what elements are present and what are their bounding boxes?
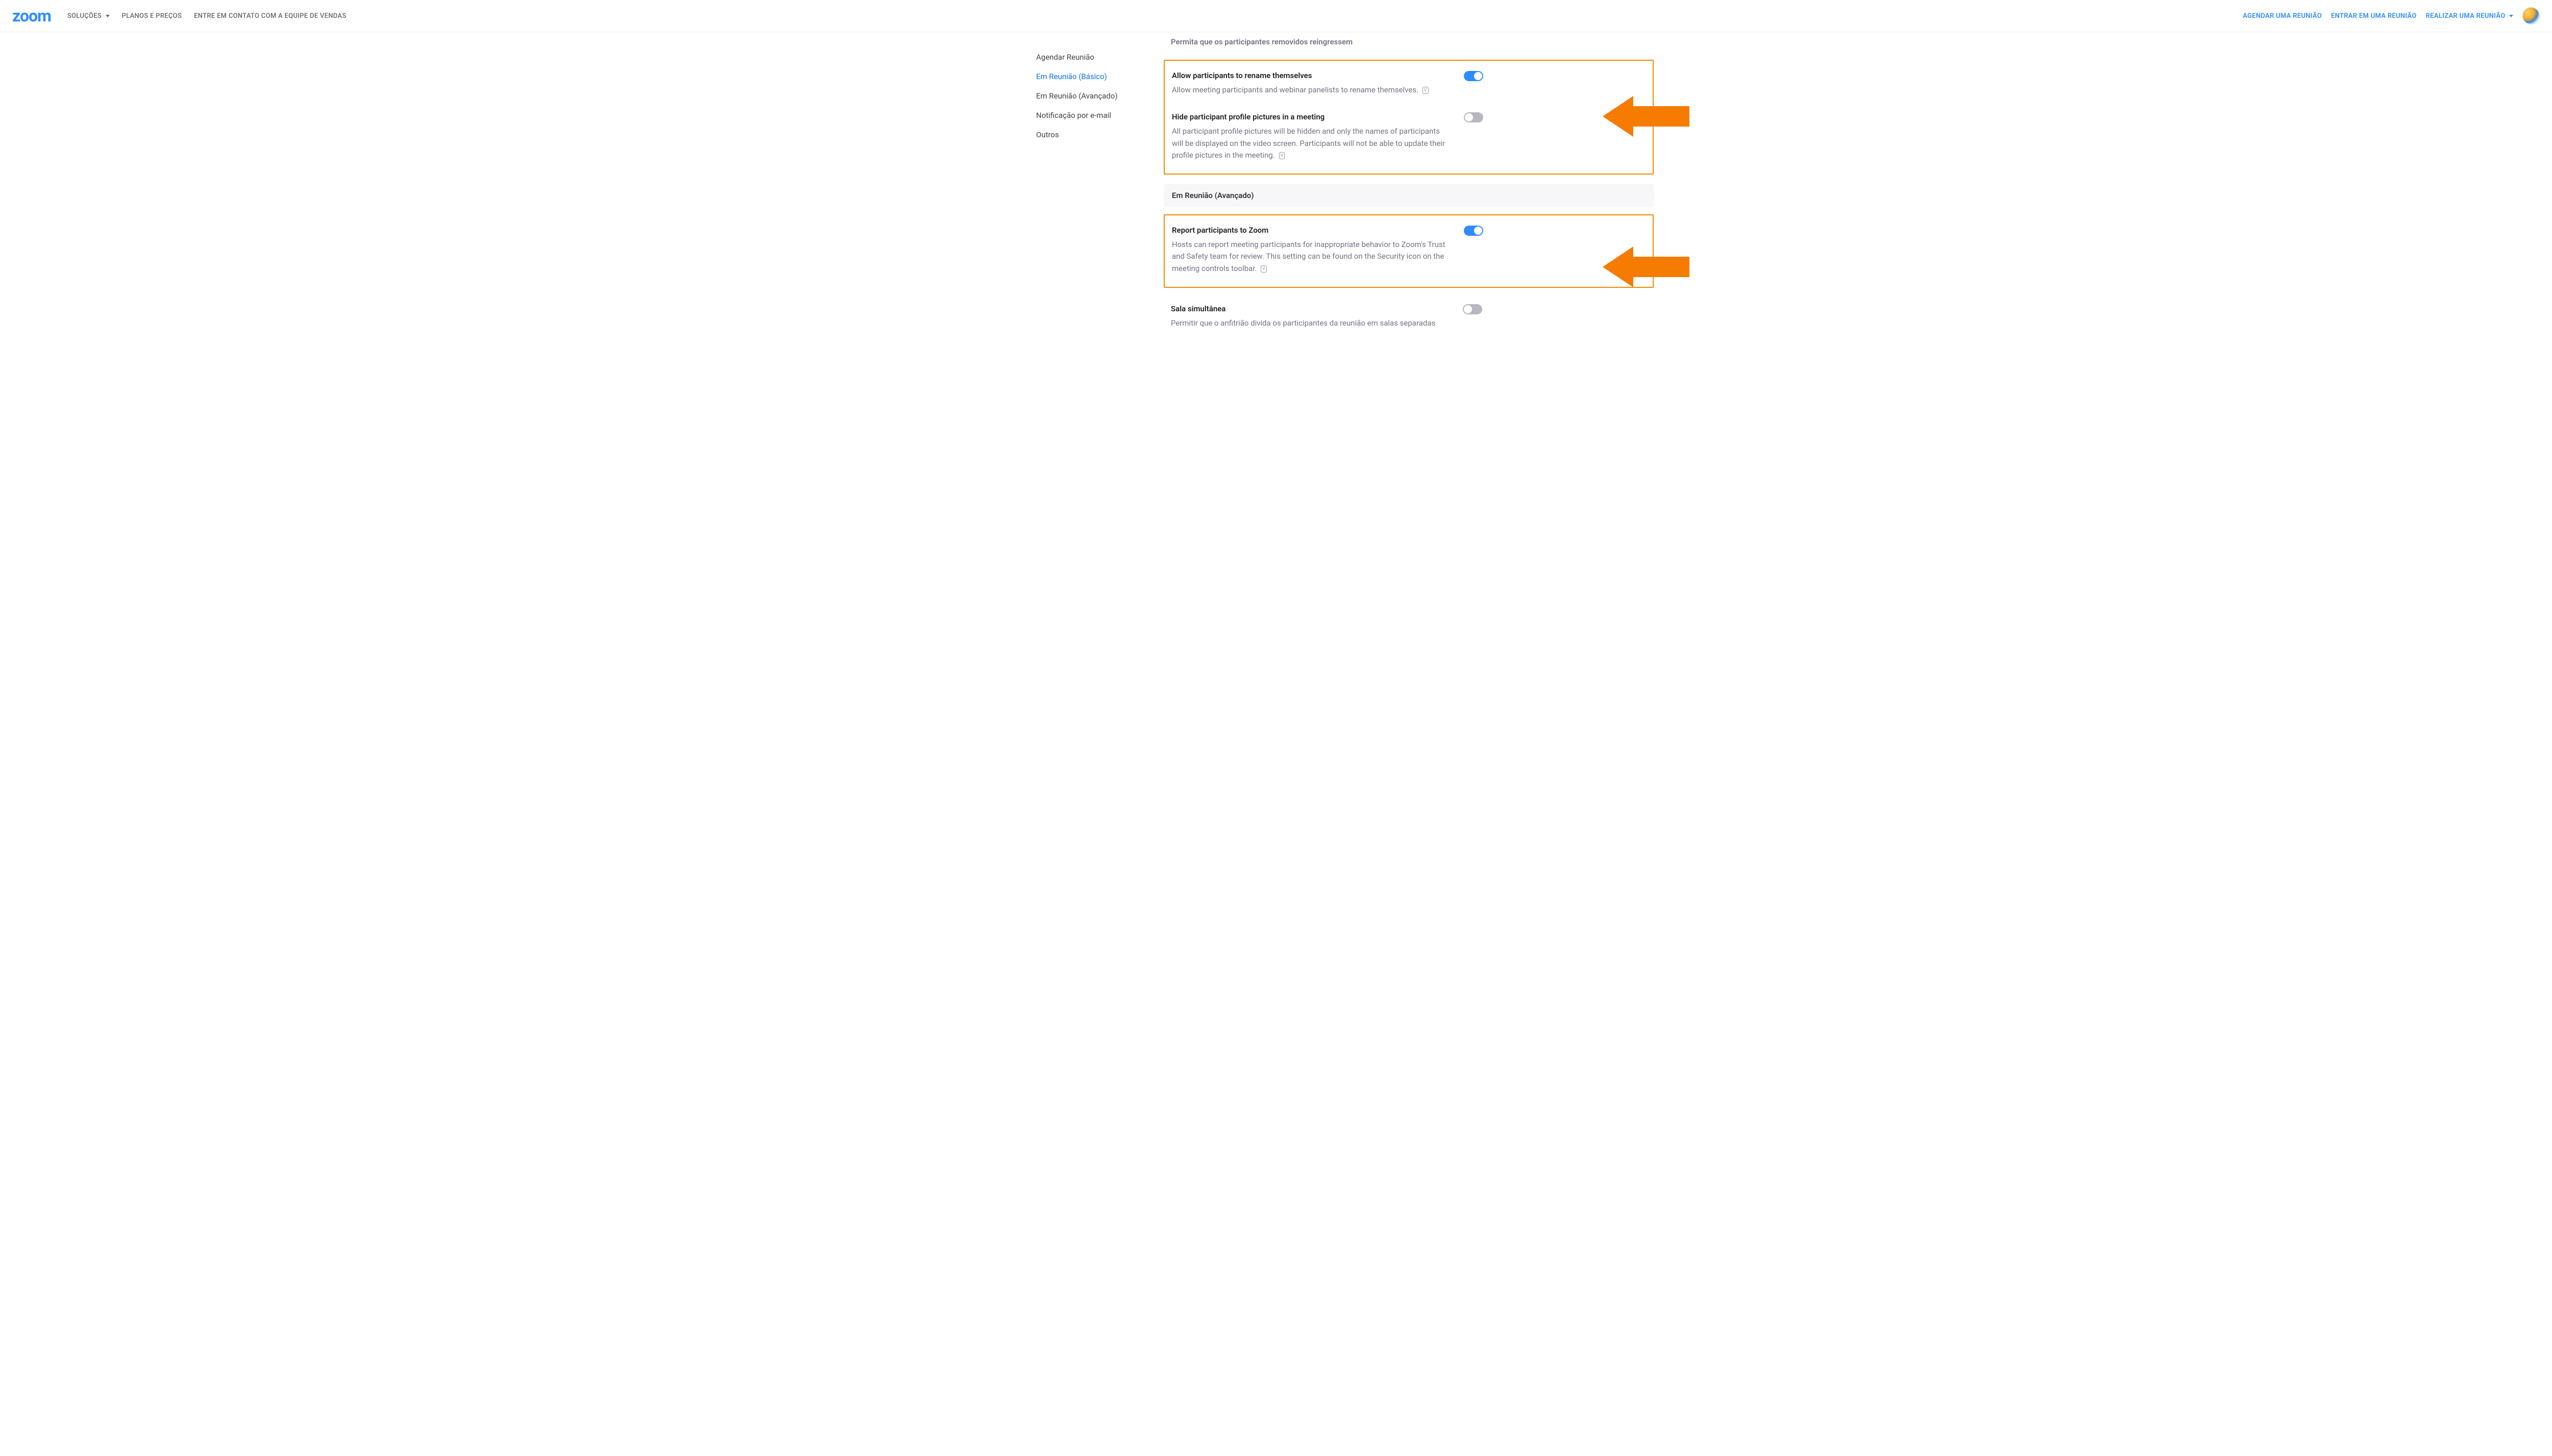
top-nav: zoom SOLUÇÕES PLANOS E PREÇOS ENTRE EM C… [0, 0, 2552, 32]
toggle-hide-pictures[interactable] [1464, 112, 1483, 122]
nav-solutions[interactable]: SOLUÇÕES [67, 12, 110, 20]
nav-join-meeting[interactable]: ENTRAR EM UMA REUNIÃO [2331, 12, 2417, 20]
sidebar-item-email[interactable]: Notificação por e-mail [1036, 106, 1164, 125]
setting-title: Report participants to Zoom [1172, 226, 1447, 235]
setting-desc: Permitir que o anfitrião divida os parti… [1171, 317, 1446, 329]
nav-plans[interactable]: PLANOS E PREÇOS [122, 12, 182, 20]
nav-solutions-label: SOLUÇÕES [67, 12, 102, 20]
highlight-box-basic: Allow participants to rename themselves … [1164, 60, 1654, 175]
setting-hide-pictures: Hide participant profile pictures in a m… [1172, 112, 1646, 161]
section-header-advanced: Em Reunião (Avançado) [1164, 184, 1654, 207]
nav-host-label: REALIZAR UMA REUNIÃO [2426, 12, 2506, 20]
setting-desc: Allow meeting participants and webinar p… [1172, 84, 1447, 96]
sidebar-item-others[interactable]: Outros [1036, 125, 1164, 144]
nav-right: AGENDAR UMA REUNIÃO ENTRAR EM UMA REUNIÃ… [2243, 7, 2540, 24]
nav-left: SOLUÇÕES PLANOS E PREÇOS ENTRE EM CONTAT… [67, 12, 347, 20]
setting-title: Sala simultânea [1171, 304, 1446, 313]
settings-sidebar: Agendar Reunião Em Reunião (Básico) Em R… [1036, 37, 1164, 329]
annotation-arrow-icon [1603, 91, 1689, 142]
modified-icon: V [1422, 87, 1429, 94]
nav-schedule-meeting[interactable]: AGENDAR UMA REUNIÃO [2243, 12, 2322, 20]
toggle-breakout[interactable] [1463, 304, 1482, 314]
sidebar-item-basic[interactable]: Em Reunião (Básico) [1036, 67, 1164, 86]
nav-sales[interactable]: ENTRE EM CONTATO COM A EQUIPE DE VENDAS [194, 12, 346, 20]
toggle-rename[interactable] [1464, 71, 1483, 81]
annotation-arrow-icon [1603, 241, 1689, 292]
chevron-down-icon [2509, 15, 2513, 17]
avatar[interactable] [2522, 7, 2540, 24]
toggle-report[interactable] [1464, 226, 1483, 236]
modified-icon: V [1261, 265, 1267, 273]
sidebar-item-schedule[interactable]: Agendar Reunião [1036, 47, 1164, 67]
setting-desc: Hosts can report meeting participants fo… [1172, 239, 1447, 275]
highlight-box-report: Report participants to Zoom Hosts can re… [1164, 214, 1654, 288]
zoom-logo[interactable]: zoom [12, 6, 51, 26]
modified-icon: V [1279, 152, 1285, 159]
setting-title: Permita que os participantes removidos r… [1171, 37, 1647, 46]
sidebar-item-advanced[interactable]: Em Reunião (Avançado) [1036, 86, 1164, 106]
chevron-down-icon [106, 15, 110, 17]
nav-host-meeting[interactable]: REALIZAR UMA REUNIÃO [2426, 12, 2513, 20]
setting-title: Hide participant profile pictures in a m… [1172, 112, 1447, 121]
setting-rejoin-partial: Permita que os participantes removidos r… [1164, 37, 1654, 60]
setting-title: Allow participants to rename themselves [1172, 71, 1447, 80]
settings-main: Permita que os participantes removidos r… [1164, 37, 1674, 329]
setting-breakout: Sala simultânea Permitir que o anfitrião… [1164, 297, 1654, 329]
setting-desc: All participant profile pictures will be… [1172, 126, 1447, 161]
setting-report: Report participants to Zoom Hosts can re… [1172, 226, 1646, 275]
setting-rename: Allow participants to rename themselves … [1172, 71, 1646, 96]
